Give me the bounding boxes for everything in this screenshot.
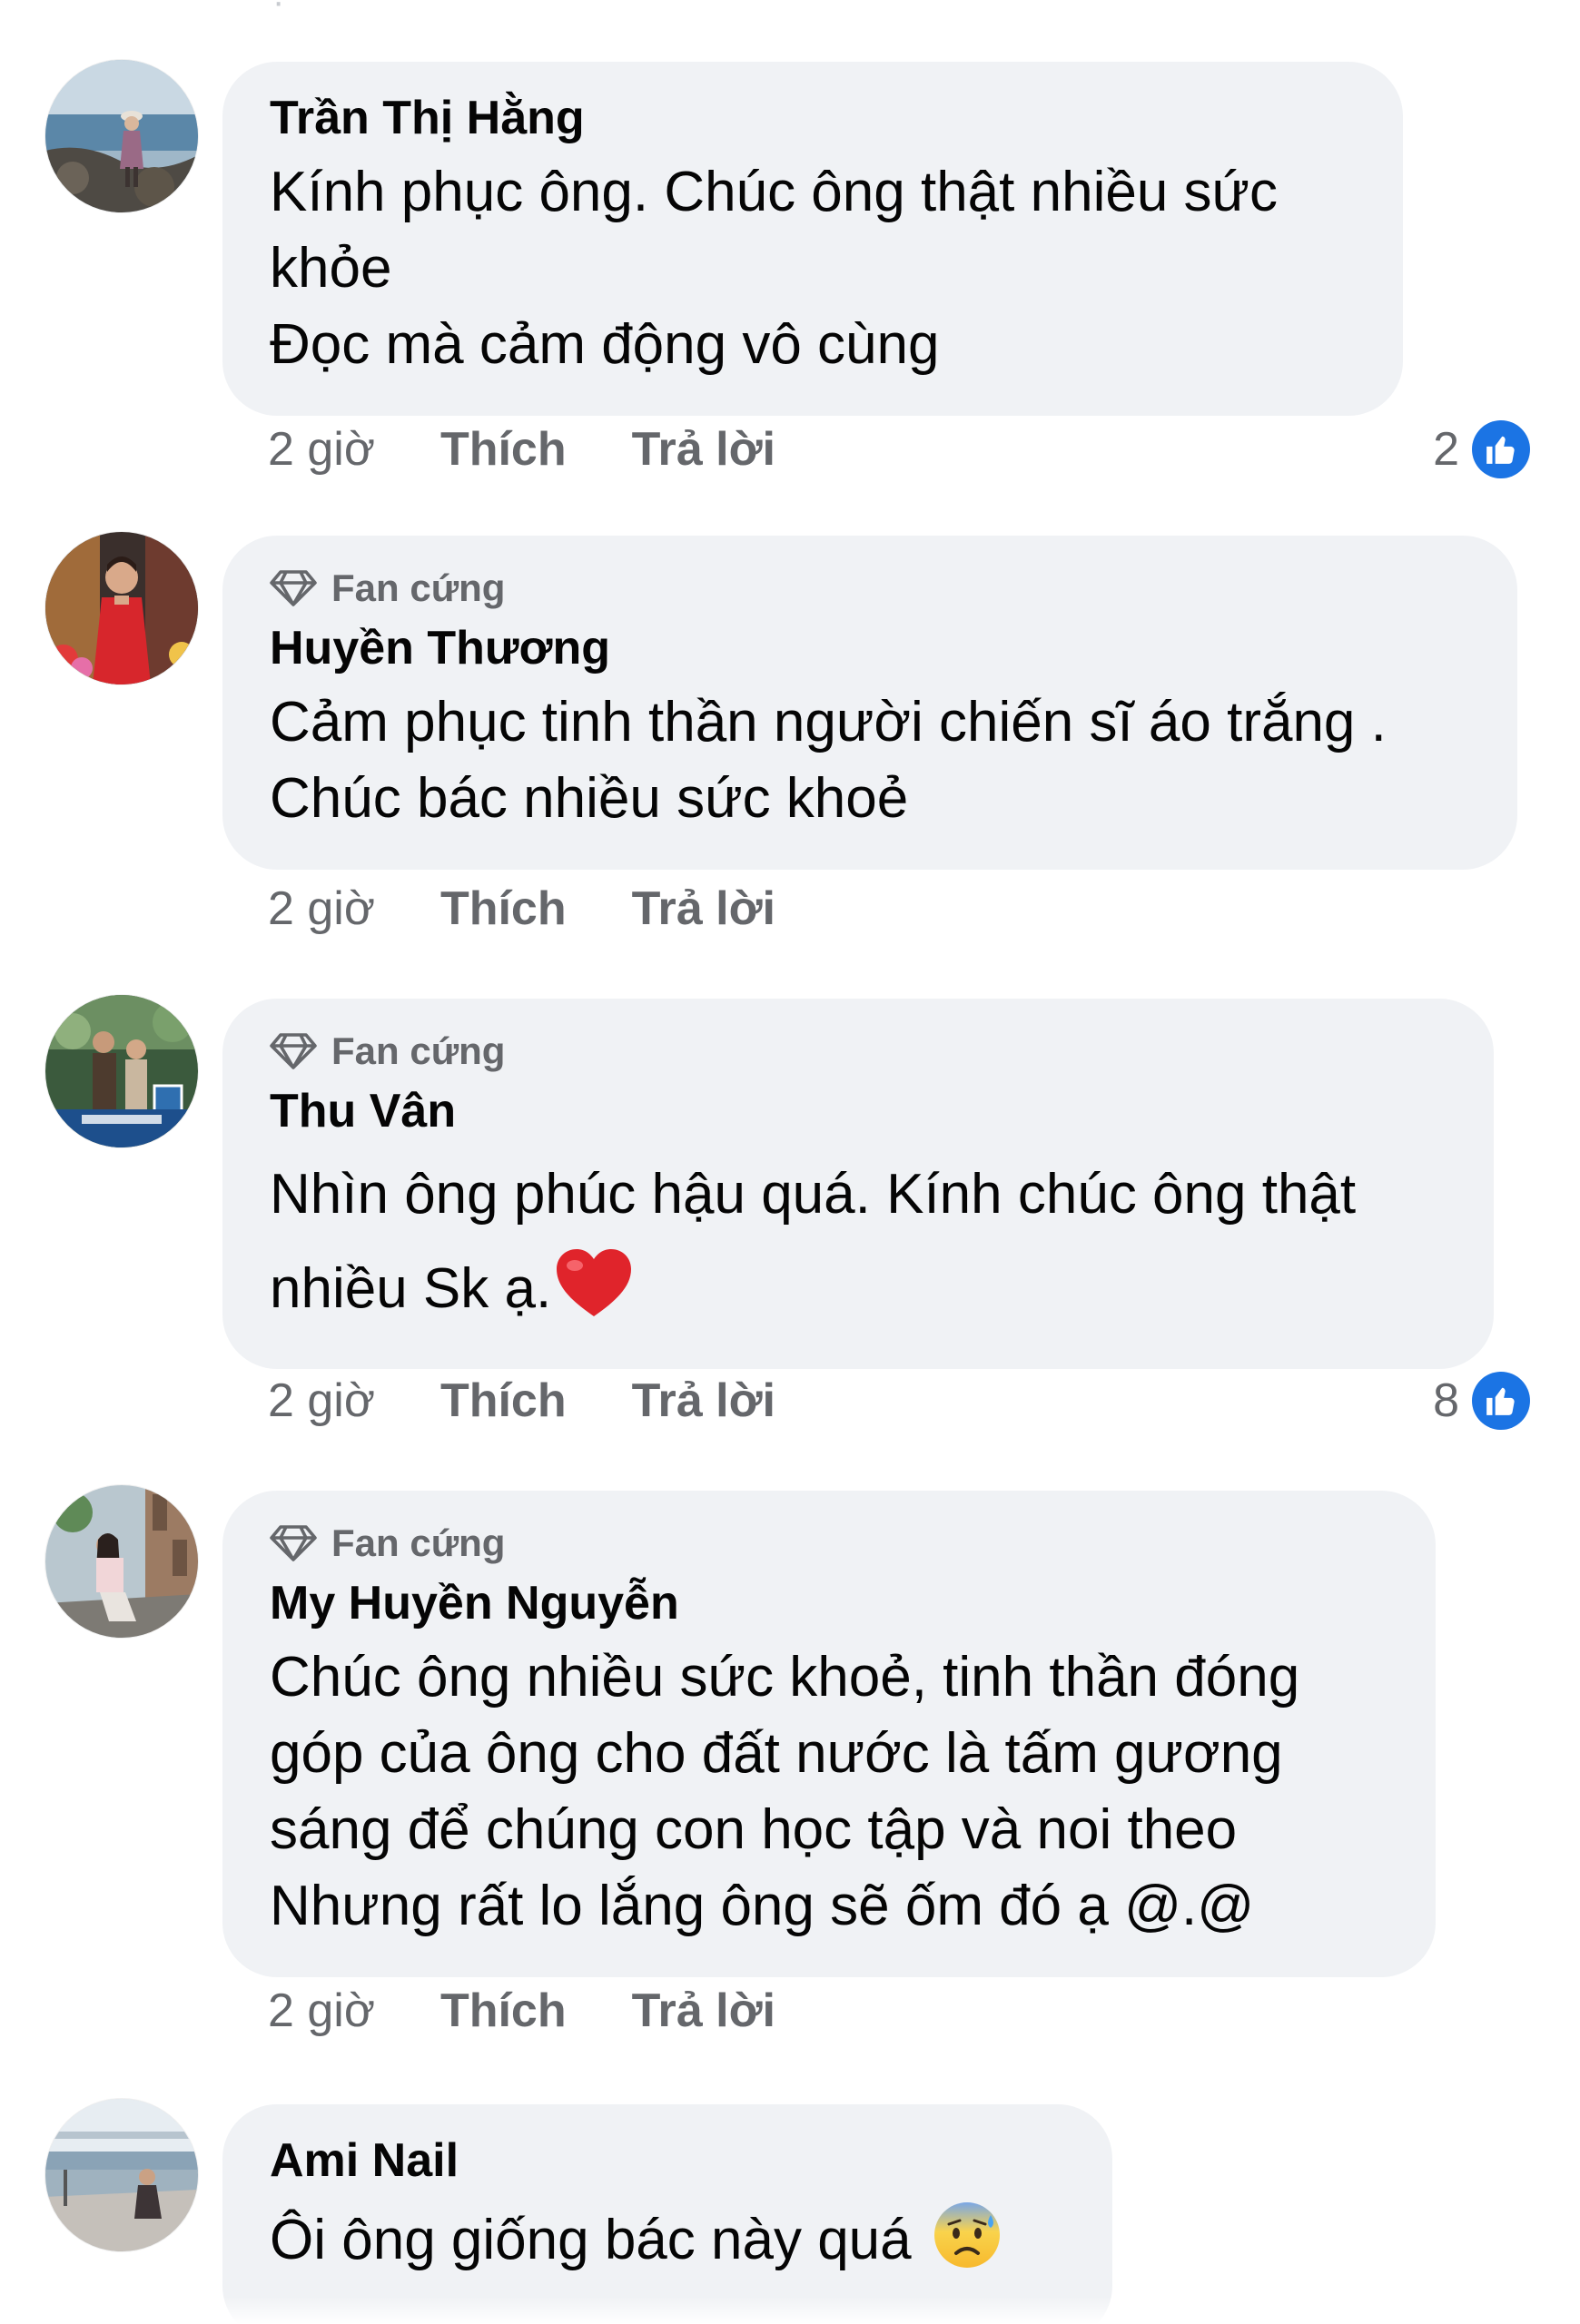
- comment-line: Kính phục ông. Chúc ông thật nhiều sức: [270, 161, 1279, 223]
- comment-line-text: Ôi ông giống bác này quá: [270, 2209, 912, 2271]
- like-icon: [1472, 1372, 1530, 1430]
- comment-line: Đọc mà cảm động vô cùng: [270, 313, 940, 376]
- avatar[interactable]: [45, 532, 198, 684]
- comment-actions: 2 giờ Thích Trả lời: [268, 1979, 841, 2043]
- reply-button[interactable]: Trả lời: [632, 1374, 775, 1428]
- comment-line: góp của ông cho đất nước là tấm gương: [270, 1722, 1283, 1785]
- comment-actions: 2 giờ Thích Trả lời: [268, 877, 841, 940]
- like-button[interactable]: Thích: [440, 1374, 567, 1428]
- anxious-sweat-emoji: [931, 2199, 1003, 2271]
- avatar[interactable]: [45, 995, 198, 1147]
- diamond-icon: [270, 1033, 317, 1069]
- reply-button[interactable]: Trả lời: [632, 881, 775, 936]
- reaction-count: 2: [1433, 423, 1459, 476]
- comment-bubble: Fan cứng Huyền Thương Cảm phục tinh thần…: [222, 536, 1517, 870]
- comment-timestamp[interactable]: 2 giờ: [268, 881, 375, 936]
- badge-top-fan: Fan cứng: [270, 1518, 1388, 1569]
- badge-top-fan: Fan cứng: [270, 563, 1470, 614]
- comment-line: sáng để chúng con học tập và noi theo: [270, 1798, 1238, 1861]
- reply-button[interactable]: Trả lời: [632, 422, 775, 477]
- reply-button[interactable]: Trả lời: [632, 1984, 775, 2038]
- comment-text: Chúc ông nhiều sức khoẻ, tinh thần đóng …: [270, 1640, 1388, 1945]
- comment-bubble: Fan cứng Thu Vân Nhìn ông phúc hậu quá. …: [222, 999, 1494, 1369]
- comment-line: Chúc bác nhiều sức khoẻ: [270, 767, 909, 830]
- reaction-count: 8: [1433, 1374, 1459, 1427]
- comment-line: Nhìn ông phúc hậu quá. Kính chúc ông thậ…: [270, 1163, 1357, 1226]
- comment-bubble: Trần Thị Hằng Kính phục ông. Chúc ông th…: [222, 62, 1403, 416]
- reaction-summary[interactable]: 8: [1433, 1369, 1530, 1433]
- bottom-edge: [0, 2297, 1580, 2324]
- comment-author[interactable]: Ami Nail: [270, 2132, 1065, 2190]
- comment-line: Chúc ông nhiều sức khoẻ, tinh thần đóng: [270, 1646, 1300, 1709]
- diamond-icon: [270, 1525, 317, 1561]
- comment-actions: 2 giờ Thích Trả lời: [268, 418, 841, 481]
- comment-author[interactable]: Trần Thị Hằng: [270, 89, 1356, 147]
- comment-line: khỏe: [270, 237, 392, 300]
- avatar-woman-seaside-image: [45, 60, 198, 212]
- comment-line: Cảm phục tinh thần người chiến sĩ áo trắ…: [270, 691, 1387, 753]
- comments-page: · Trần Thị Hằng Kính phục ông. Chúc ông …: [0, 0, 1580, 2324]
- reaction-summary[interactable]: 2: [1433, 418, 1530, 481]
- thumbs-up-icon: [1486, 1387, 1515, 1415]
- comment-text: Cảm phục tinh thần người chiến sĩ áo trắ…: [270, 684, 1470, 837]
- comment-author[interactable]: Thu Vân: [270, 1082, 1447, 1140]
- comment-text: Kính phục ông. Chúc ông thật nhiều sức k…: [270, 154, 1356, 383]
- thumbs-up-icon: [1486, 436, 1515, 464]
- comment-timestamp[interactable]: 2 giờ: [268, 1374, 375, 1428]
- comment-author[interactable]: My Huyền Nguyễn: [270, 1574, 1388, 1632]
- comment-text: Nhìn ông phúc hậu quá. Kính chúc ông thậ…: [270, 1147, 1447, 1336]
- avatar[interactable]: [45, 1485, 198, 1638]
- avatar-woman-street-image: [45, 1485, 198, 1638]
- avatar-couple-frame-image: [45, 995, 198, 1147]
- avatar-woman-lakeside-image: [45, 2099, 198, 2251]
- comment-author[interactable]: Huyền Thương: [270, 619, 1470, 677]
- avatar-woman-red-dress-image: [45, 532, 198, 684]
- comment-line: Ôi ông giống bác này quá: [270, 2197, 1065, 2284]
- comment-line: Nhưng rất lo lắng ông sẽ ốm đó ạ @.@: [270, 1875, 1255, 1937]
- like-icon: [1472, 420, 1530, 478]
- clipped-previous-content: ·: [272, 0, 285, 22]
- badge-label: Fan cứng: [331, 1521, 506, 1564]
- avatar[interactable]: [45, 2099, 198, 2251]
- badge-label: Fan cứng: [331, 1029, 506, 1072]
- comment-timestamp[interactable]: 2 giờ: [268, 422, 375, 477]
- comment-line-text: nhiều Sk ạ.: [270, 1257, 552, 1320]
- like-button[interactable]: Thích: [440, 881, 567, 936]
- like-button[interactable]: Thích: [440, 422, 567, 477]
- avatar[interactable]: [45, 60, 198, 212]
- comment-actions: 2 giờ Thích Trả lời: [268, 1369, 841, 1433]
- red-heart-emoji: [555, 1247, 633, 1320]
- badge-label: Fan cứng: [331, 566, 506, 609]
- comment-bubble: Fan cứng My Huyền Nguyễn Chúc ông nhiều …: [222, 1491, 1436, 1977]
- comment-line: nhiều Sk ạ.: [270, 1242, 1447, 1336]
- like-button[interactable]: Thích: [440, 1984, 567, 2038]
- comment-timestamp[interactable]: 2 giờ: [268, 1984, 375, 2038]
- comment-bubble: Ami Nail Ôi ông giống bác này quá: [222, 2104, 1112, 2324]
- badge-top-fan: Fan cứng: [270, 1026, 1447, 1077]
- comment-text: Ôi ông giống bác này quá: [270, 2197, 1065, 2284]
- diamond-icon: [270, 570, 317, 606]
